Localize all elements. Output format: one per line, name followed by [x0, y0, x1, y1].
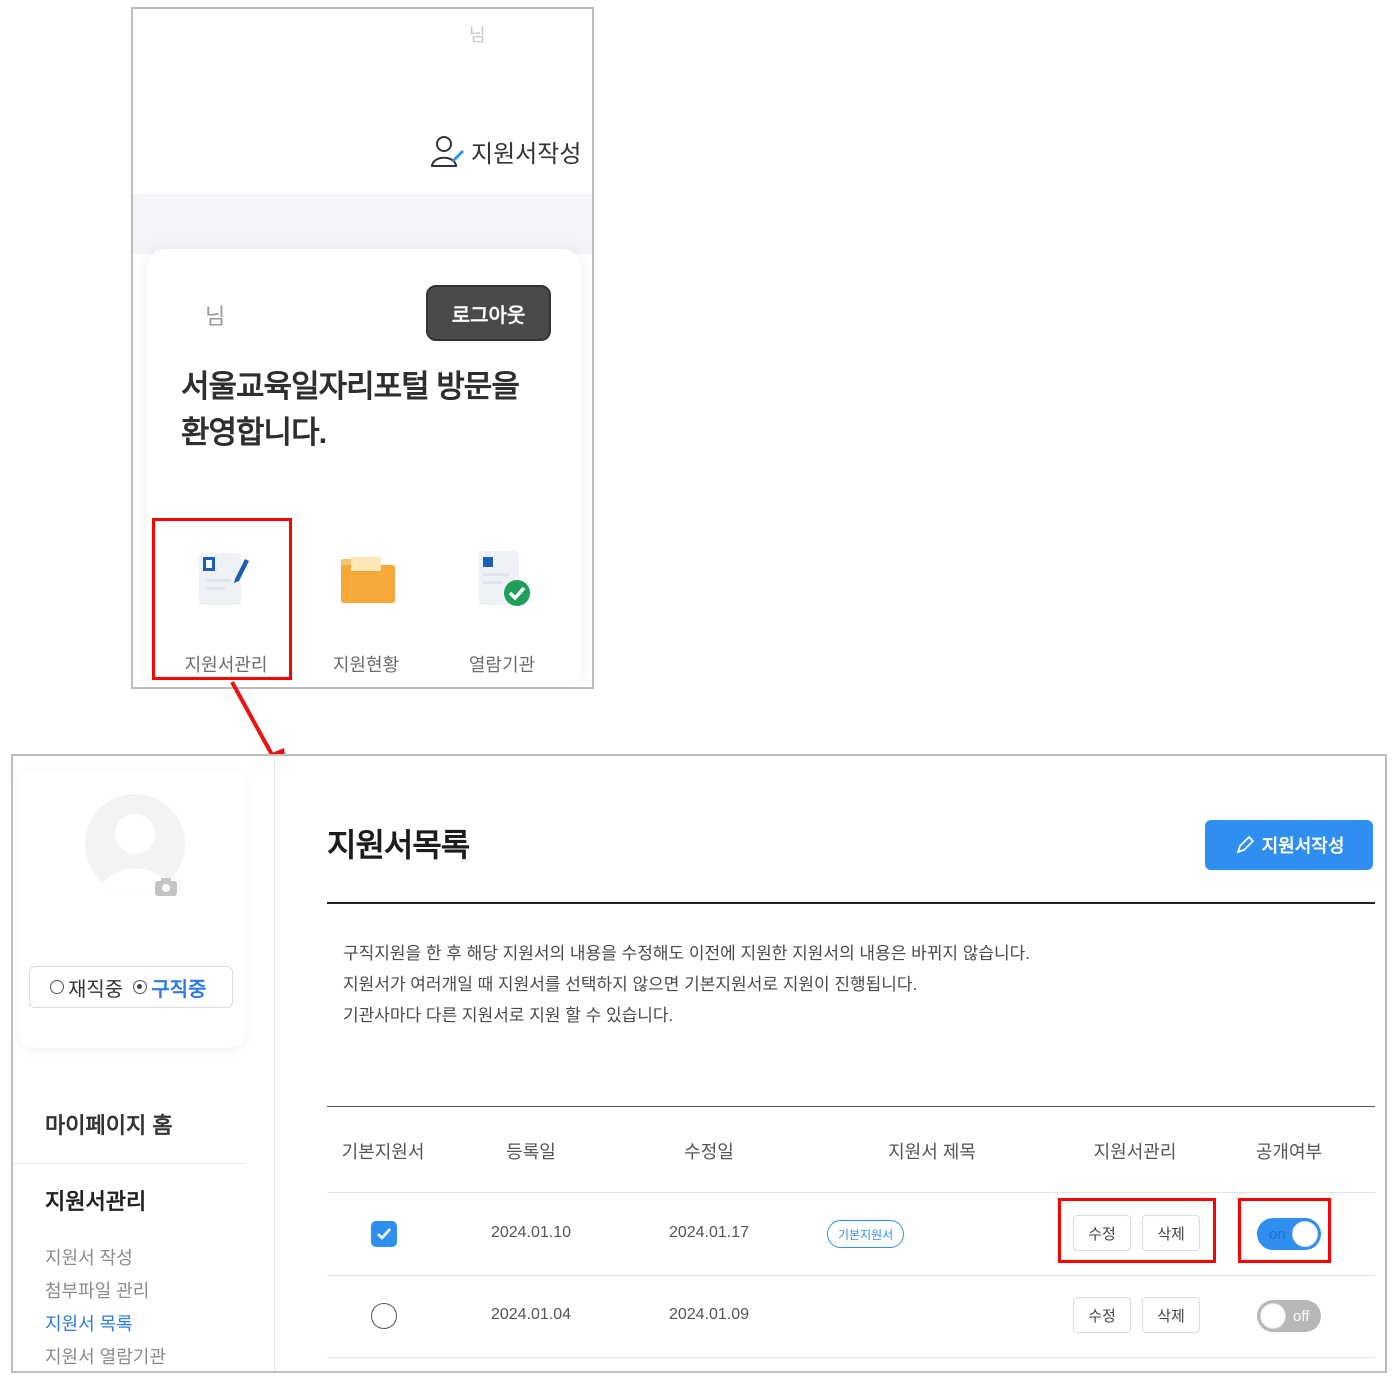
nav-sub-viewing[interactable]: 지원서 열람기관	[45, 1343, 166, 1369]
write-button-label: 지원서작성	[1261, 836, 1345, 856]
greeting-top: 님	[469, 25, 488, 45]
menu-viewing-institutions[interactable]: 열람기관	[437, 529, 567, 679]
pencil-icon	[1236, 835, 1254, 854]
default-checkbox-checked[interactable]	[371, 1221, 397, 1247]
toggle-knob	[1292, 1221, 1318, 1247]
nav-mypage-home[interactable]: 마이페이지 홈	[45, 1108, 173, 1140]
camera-icon[interactable]	[153, 876, 179, 898]
title-divider	[327, 902, 1375, 904]
menu-label: 열람기관	[468, 655, 536, 675]
form-edit-icon	[199, 553, 249, 605]
welcome-line-1: 서울교육일자리포털 방문을	[181, 369, 520, 404]
header-band	[133, 194, 592, 254]
edit-button[interactable]: 수정	[1073, 1297, 1131, 1333]
welcome-line-2: 환영합니다.	[181, 415, 327, 450]
profile-card: 재직중 구직중	[19, 770, 245, 1048]
nav-sub-write[interactable]: 지원서 작성	[45, 1244, 133, 1270]
delete-button[interactable]: 삭제	[1142, 1297, 1200, 1333]
user-edit-icon	[430, 136, 464, 167]
desktop-application-list-screen: 재직중 구직중 마이페이지 홈 지원서관리 지원서 작성 첨부파일 관리 지원서…	[11, 754, 1387, 1373]
menu-application-status[interactable]: 지원현황	[301, 529, 431, 679]
default-application-badge: 기본지원서	[827, 1220, 905, 1248]
check-icon	[377, 1228, 391, 1240]
col-header-modified: 수정일	[684, 1142, 734, 1162]
col-header-public: 공개여부	[1255, 1142, 1323, 1162]
page-title: 지원서목록	[327, 827, 470, 863]
status-employed-option[interactable]: 재직중	[50, 973, 123, 1002]
welcome-message: 서울교육일자리포털 방문을 환영합니다.	[181, 364, 561, 456]
modified-date: 2024.01.17	[668, 1224, 750, 1241]
menu-label: 지원현황	[332, 655, 400, 675]
radio-jobseeking[interactable]	[133, 980, 148, 994]
status-label: 구직중	[151, 978, 207, 1001]
write-application-link[interactable]: 지원서작성	[429, 133, 581, 169]
delete-button[interactable]: 삭제	[1142, 1215, 1200, 1251]
default-radio-unchecked[interactable]	[371, 1303, 397, 1329]
status-label: 재직중	[68, 978, 124, 1001]
registered-date: 2024.01.10	[490, 1224, 572, 1241]
nav-sub-list[interactable]: 지원서 목록	[45, 1310, 133, 1336]
table-top-rule	[327, 1106, 1375, 1107]
mobile-mypage-screen: 님 지원서작성 님 로그아웃 서울교육일자리포털 방문을 환영합니다. 지원서관…	[131, 7, 594, 689]
notice-text: 구직지원을 한 후 해당 지원서의 내용을 수정해도 이전에 지원한 지원서의 …	[343, 938, 1030, 1031]
public-toggle-on[interactable]: on	[1257, 1218, 1321, 1250]
notice-line: 지원서가 여러개일 때 지원서를 선택하지 않으면 기본지원서로 지원이 진행됩…	[343, 975, 918, 994]
divider	[13, 1163, 245, 1164]
nav-sub-attachments[interactable]: 첨부파일 관리	[45, 1277, 149, 1303]
status-jobseeking-option[interactable]: 구직중	[133, 973, 206, 1002]
registered-date: 2024.01.04	[490, 1306, 572, 1323]
folder-icon	[341, 557, 395, 603]
document-check-icon	[479, 551, 530, 606]
toggle-knob	[1260, 1303, 1286, 1329]
public-toggle-off[interactable]: off	[1257, 1300, 1321, 1332]
edit-button[interactable]: 수정	[1073, 1215, 1131, 1251]
col-header-manage: 지원서관리	[1093, 1142, 1177, 1162]
row-divider	[327, 1192, 1375, 1193]
row-divider	[327, 1275, 1375, 1276]
notice-line: 기관사마다 다른 지원서로 지원 할 수 있습니다.	[343, 1006, 674, 1025]
radio-employed[interactable]	[50, 980, 64, 994]
main-content: 지원서목록 지원서작성 구직지원을 한 후 해당 지원서의 내용을 수정해도 이…	[327, 756, 1375, 1371]
notice-line: 구직지원을 한 후 해당 지원서의 내용을 수정해도 이전에 지원한 지원서의 …	[343, 944, 1030, 963]
job-status-selector: 재직중 구직중	[29, 966, 233, 1008]
modified-date: 2024.01.09	[668, 1306, 750, 1323]
col-header-default: 기본지원서	[341, 1142, 425, 1162]
toggle-label: on	[1269, 1225, 1286, 1243]
sidebar: 재직중 구직중 마이페이지 홈 지원서관리 지원서 작성 첨부파일 관리 지원서…	[13, 756, 275, 1371]
logout-button[interactable]: 로그아웃	[426, 285, 551, 341]
col-header-registered: 등록일	[506, 1142, 556, 1162]
nav-application-manage[interactable]: 지원서관리	[45, 1184, 146, 1216]
write-link-label: 지원서작성	[471, 140, 582, 168]
toggle-label: off	[1293, 1307, 1310, 1325]
col-header-title: 지원서 제목	[888, 1142, 976, 1162]
user-name: 님	[205, 304, 226, 329]
write-application-button[interactable]: 지원서작성	[1205, 820, 1373, 870]
menu-application-manage[interactable]: 지원서관리	[161, 529, 291, 679]
row-divider	[327, 1357, 1375, 1358]
menu-label: 지원서관리	[184, 655, 268, 675]
